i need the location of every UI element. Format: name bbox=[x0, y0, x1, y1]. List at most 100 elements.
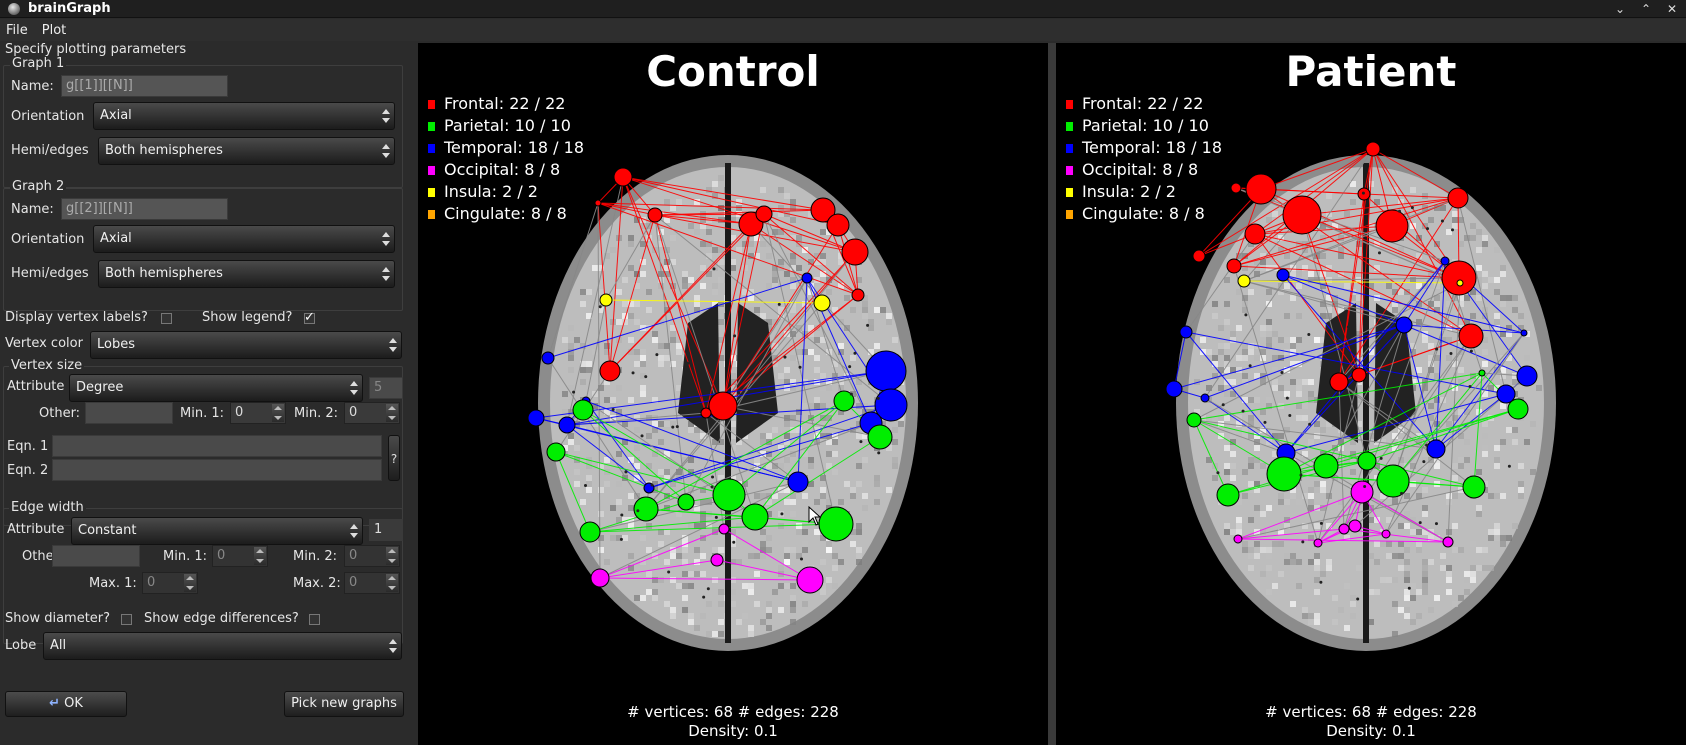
mouse-cursor-icon bbox=[808, 506, 822, 526]
legend-item-occipital: Occipital: 8 / 8 bbox=[1066, 159, 1222, 181]
menu-file[interactable]: File bbox=[6, 23, 28, 38]
menu-plot[interactable]: Plot bbox=[42, 23, 67, 38]
title-bar: brainGraph ⌄ ⌃ ✕ bbox=[0, 0, 1686, 18]
edge-width-min1-spinner[interactable]: 0 bbox=[212, 545, 268, 567]
legend-text: Occipital: 8 / 8 bbox=[1082, 160, 1199, 179]
spinner-arrows-icon[interactable] bbox=[386, 547, 398, 565]
legend-swatch bbox=[1066, 100, 1073, 109]
menu-bar: File Plot bbox=[0, 19, 1686, 41]
legend-swatch bbox=[1066, 188, 1073, 197]
display-labels-checkbox[interactable] bbox=[161, 313, 172, 324]
eqn1-input[interactable] bbox=[52, 435, 382, 457]
legend-text: Insula: 2 / 2 bbox=[444, 182, 538, 201]
graph1-hemi-label: Hemi/edges bbox=[11, 143, 89, 158]
vertex-size-attribute-label: Attribute bbox=[7, 379, 65, 394]
updown-arrows-icon bbox=[389, 638, 397, 654]
legend-item-temporal: Temporal: 18 / 18 bbox=[428, 137, 584, 159]
edge-width-max1-spinner[interactable]: 0 bbox=[142, 572, 198, 594]
edge-width-min2-spinner[interactable]: 0 bbox=[344, 545, 400, 567]
updown-arrows-icon bbox=[382, 266, 390, 282]
window-controls: ⌄ ⌃ ✕ bbox=[1612, 0, 1680, 18]
edge-width-max2-label: Max. 2: bbox=[293, 576, 341, 591]
graph2-orientation-value: Axial bbox=[100, 231, 132, 246]
edge-width-min2-value: 0 bbox=[349, 548, 358, 563]
legend-swatch bbox=[428, 188, 435, 197]
vertex-size-min2-value: 0 bbox=[349, 405, 358, 420]
graph1-name-input[interactable]: g[[1]][[N]] bbox=[61, 75, 228, 97]
show-legend-label: Show legend? bbox=[202, 310, 293, 325]
edge-width-max2-spinner[interactable]: 0 bbox=[344, 572, 400, 594]
legend-text: Temporal: 18 / 18 bbox=[444, 138, 585, 157]
vertex-color-label: Vertex color bbox=[5, 336, 83, 351]
edge-width-title: Edge width bbox=[9, 500, 86, 515]
edge-width-attribute-value: Constant bbox=[78, 523, 137, 538]
equation-help-button[interactable]: ? bbox=[388, 435, 400, 481]
graph2-title: Graph 2 bbox=[10, 179, 67, 194]
edge-width-max1-label: Max. 1: bbox=[89, 576, 137, 591]
edge-width-min2-label: Min. 2: bbox=[293, 549, 337, 564]
vertex-color-value: Lobes bbox=[97, 337, 135, 352]
app-icon bbox=[8, 2, 20, 15]
legend-text: Temporal: 18 / 18 bbox=[1082, 138, 1223, 157]
spinner-arrows-icon[interactable] bbox=[386, 574, 398, 592]
legend-swatch bbox=[428, 166, 435, 175]
parameters-panel: Specify plotting parameters Graph 1 Name… bbox=[0, 41, 406, 745]
legend-item-frontal: Frontal: 22 / 22 bbox=[428, 93, 584, 115]
close-icon[interactable]: ✕ bbox=[1664, 2, 1680, 16]
vertex-size-other-input[interactable] bbox=[85, 402, 173, 424]
vertex-size-attribute-select[interactable]: Degree bbox=[69, 374, 363, 402]
graph2-orientation-label: Orientation bbox=[11, 232, 85, 247]
spinner-arrows-icon[interactable] bbox=[272, 404, 284, 422]
vertex-size-other-label: Other: bbox=[39, 406, 81, 421]
edge-width-attribute-select[interactable]: Constant bbox=[71, 517, 363, 545]
updown-arrows-icon bbox=[382, 231, 390, 247]
vertex-size-min2-label: Min. 2: bbox=[294, 406, 338, 421]
legend-item-occipital: Occipital: 8 / 8 bbox=[428, 159, 584, 181]
spinner-arrows-icon[interactable] bbox=[184, 574, 196, 592]
eqn2-label: Eqn. 2 bbox=[7, 463, 49, 478]
graph2-hemi-select[interactable]: Both hemispheres bbox=[98, 260, 395, 288]
pick-new-graphs-button[interactable]: Pick new graphs bbox=[284, 691, 404, 717]
eqn2-input[interactable] bbox=[52, 459, 382, 481]
legend-item-parietal: Parietal: 10 / 10 bbox=[428, 115, 584, 137]
legend-swatch bbox=[428, 122, 435, 131]
lobe-select[interactable]: All bbox=[43, 632, 402, 660]
window-title: brainGraph bbox=[28, 1, 111, 16]
show-edge-diff-checkbox[interactable] bbox=[309, 614, 320, 625]
vertex-size-min1-value: 0 bbox=[235, 405, 244, 420]
vertex-size-min1-spinner[interactable]: 0 bbox=[230, 402, 286, 424]
vertex-size-min1-label: Min. 1: bbox=[180, 406, 224, 421]
show-diameter-checkbox[interactable] bbox=[121, 614, 132, 625]
patient-stats-line1: # vertices: 68 # edges: 228 bbox=[1265, 703, 1477, 721]
legend-item-frontal: Frontal: 22 / 22 bbox=[1066, 93, 1222, 115]
graph1-hemi-select[interactable]: Both hemispheres bbox=[98, 137, 395, 165]
graph1-orientation-value: Axial bbox=[100, 108, 132, 123]
maximize-icon[interactable]: ⌃ bbox=[1638, 2, 1654, 16]
vertex-color-select[interactable]: Lobes bbox=[90, 331, 402, 359]
legend-text: Insula: 2 / 2 bbox=[1082, 182, 1176, 201]
vertex-size-min2-spinner[interactable]: 0 bbox=[344, 402, 400, 424]
graph1-name-label: Name: bbox=[11, 79, 54, 94]
minimize-icon[interactable]: ⌄ bbox=[1612, 2, 1628, 16]
updown-arrows-icon bbox=[350, 523, 358, 539]
legend-item-cingulate: Cingulate: 8 / 8 bbox=[428, 203, 584, 225]
graph1-orientation-select[interactable]: Axial bbox=[93, 102, 395, 130]
edge-width-other-input[interactable] bbox=[52, 545, 140, 567]
ok-button[interactable]: ↵ OK bbox=[5, 691, 127, 717]
panel-header: Specify plotting parameters bbox=[5, 42, 187, 57]
vertex-size-number[interactable]: 5 bbox=[369, 377, 403, 399]
control-stats-line1: # vertices: 68 # edges: 228 bbox=[627, 703, 839, 721]
spinner-arrows-icon[interactable] bbox=[254, 547, 266, 565]
graph2-name-input[interactable]: g[[2]][[N]] bbox=[61, 198, 228, 220]
legend-item-insula: Insula: 2 / 2 bbox=[428, 181, 584, 203]
legend-text: Cingulate: 8 / 8 bbox=[1082, 204, 1205, 223]
spinner-arrows-icon[interactable] bbox=[386, 404, 398, 422]
edge-width-max1-value: 0 bbox=[147, 575, 156, 590]
edge-width-number[interactable]: 1 bbox=[369, 519, 403, 541]
plot-divider[interactable] bbox=[1048, 43, 1056, 745]
updown-arrows-icon bbox=[350, 380, 358, 396]
control-legend: Frontal: 22 / 22 Parietal: 10 / 10 Tempo… bbox=[428, 93, 584, 225]
display-labels-label: Display vertex labels? bbox=[5, 310, 148, 325]
graph2-orientation-select[interactable]: Axial bbox=[93, 225, 395, 253]
patient-stats-line2: Density: 0.1 bbox=[1326, 722, 1416, 740]
